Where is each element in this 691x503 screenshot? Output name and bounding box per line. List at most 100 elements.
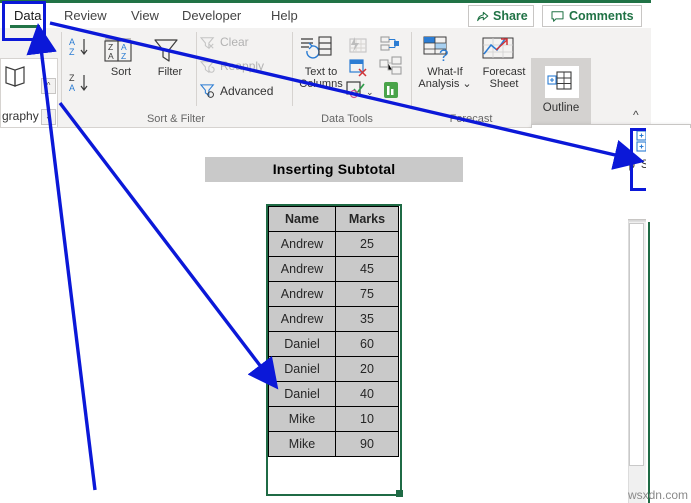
outline-button-label: Outline bbox=[542, 102, 580, 114]
svg-text:?: ? bbox=[439, 46, 448, 65]
relationships-button bbox=[379, 56, 403, 76]
flash-fill-button bbox=[347, 36, 369, 56]
remove-duplicates-button[interactable] bbox=[347, 58, 369, 78]
what-if-analysis-button[interactable]: ? What-If Analysis ⌄ bbox=[417, 34, 473, 90]
svg-text:A: A bbox=[69, 37, 75, 47]
cell-name[interactable]: Andrew bbox=[268, 281, 336, 307]
text-to-columns-button[interactable]: Text to Columns bbox=[297, 34, 345, 90]
text-to-columns-label-2: Columns bbox=[299, 78, 343, 90]
table-row[interactable]: Andrew 35 bbox=[268, 306, 399, 332]
what-if-label-2-text: Analysis bbox=[418, 78, 460, 90]
data-tab-highlight-box bbox=[2, 1, 46, 41]
table-body: Name Marks Andrew 25 Andrew 45 Andrew 75… bbox=[268, 206, 399, 457]
comment-bubble-icon bbox=[551, 11, 564, 22]
ribbon-tab-strip: Data Review View Developer Help Share Co… bbox=[0, 3, 651, 28]
cell-marks[interactable]: 35 bbox=[335, 306, 399, 332]
cell-name[interactable]: Andrew bbox=[268, 306, 336, 332]
data-tools-group-label: Data Tools bbox=[321, 113, 373, 125]
share-icon bbox=[476, 10, 489, 23]
forecast-sheet-label-2: Sheet bbox=[489, 78, 519, 90]
svg-text:Z: Z bbox=[69, 47, 75, 57]
cell-marks[interactable]: 45 bbox=[335, 256, 399, 282]
cell-name[interactable]: Mike bbox=[268, 431, 336, 457]
cell-marks[interactable]: 25 bbox=[335, 231, 399, 257]
fill-handle[interactable] bbox=[396, 490, 403, 497]
forecast-sheet-label-1: Forecast bbox=[482, 66, 526, 78]
what-if-label-2: Analysis ⌄ bbox=[417, 78, 473, 90]
group-divider bbox=[196, 32, 197, 106]
vertical-scrollbar-thumb[interactable] bbox=[629, 223, 644, 466]
cell-name[interactable]: Daniel bbox=[268, 381, 336, 407]
outline-icon bbox=[545, 66, 579, 98]
table-row[interactable]: Daniel 60 bbox=[268, 331, 399, 357]
filter-button[interactable]: Filter bbox=[148, 36, 192, 78]
data-table: Name Marks Andrew 25 Andrew 45 Andrew 75… bbox=[268, 206, 399, 457]
svg-text:⌄: ⌄ bbox=[366, 87, 374, 97]
pane-split-line bbox=[648, 222, 650, 503]
data-types-group: graphy ^ ⌄ bbox=[0, 58, 58, 130]
table-header-row: Name Marks bbox=[268, 206, 399, 232]
cell-marks[interactable]: 20 bbox=[335, 356, 399, 382]
table-row[interactable]: Mike 10 bbox=[268, 406, 399, 432]
sort-filter-group-label: Sort & Filter bbox=[146, 113, 206, 125]
tab-help[interactable]: Help bbox=[265, 3, 304, 28]
group-divider bbox=[61, 32, 62, 106]
table-row[interactable]: Andrew 25 bbox=[268, 231, 399, 257]
group-divider bbox=[411, 32, 412, 106]
table-row[interactable]: Andrew 75 bbox=[268, 281, 399, 307]
cell-marks[interactable]: 60 bbox=[335, 331, 399, 357]
comments-button[interactable]: Comments bbox=[542, 5, 642, 27]
ribbon-body: graphy ^ ⌄ A Z Z A Z A A Z Sort Filter C… bbox=[0, 28, 651, 152]
text-to-columns-label-1: Text to bbox=[304, 66, 338, 78]
cell-marks[interactable]: 40 bbox=[335, 381, 399, 407]
sort-ascending-button[interactable]: A Z bbox=[68, 36, 94, 58]
data-validation-button[interactable]: ⌄ bbox=[345, 80, 375, 100]
sort-descending-button[interactable]: Z A bbox=[68, 72, 94, 94]
advanced-filter-icon bbox=[200, 84, 216, 99]
sort-button[interactable]: Z A A Z Sort bbox=[100, 36, 142, 78]
cell-marks[interactable]: 10 bbox=[335, 406, 399, 432]
svg-text:A: A bbox=[108, 51, 114, 61]
clear-label: Clear bbox=[220, 35, 249, 49]
ribbon-scroll-down-button[interactable]: ⌄ bbox=[41, 109, 56, 125]
ribbon-scroll-up-button[interactable]: ^ bbox=[41, 78, 56, 94]
share-label: Share bbox=[493, 9, 528, 23]
geography-icon bbox=[3, 63, 29, 89]
cell-name[interactable]: Daniel bbox=[268, 331, 336, 357]
advanced-label: Advanced bbox=[220, 84, 274, 98]
ribbon-collapse-button[interactable]: ^ bbox=[633, 108, 639, 122]
reapply-label: Reapply bbox=[220, 59, 265, 73]
geography-label: graphy bbox=[2, 109, 39, 123]
what-if-label-1: What-If bbox=[427, 66, 463, 78]
right-pane bbox=[646, 128, 691, 503]
tab-review[interactable]: Review bbox=[58, 3, 113, 28]
cell-name[interactable]: Mike bbox=[268, 406, 336, 432]
tab-view[interactable]: View bbox=[125, 3, 165, 28]
ribbon: Data Review View Developer Help Share Co… bbox=[0, 0, 651, 152]
svg-text:A: A bbox=[69, 83, 75, 93]
cell-name[interactable]: Andrew bbox=[268, 231, 336, 257]
cell-name[interactable]: Daniel bbox=[268, 356, 336, 382]
clear-filter-icon bbox=[200, 36, 216, 50]
header-cell-name: Name bbox=[268, 206, 336, 232]
manage-data-model-button[interactable] bbox=[381, 80, 401, 100]
forecast-sheet-button[interactable]: Forecast Sheet bbox=[478, 34, 530, 90]
forecast-group-label: Forecast bbox=[449, 113, 493, 125]
tab-developer[interactable]: Developer bbox=[176, 3, 247, 28]
table-row[interactable]: Mike 90 bbox=[268, 431, 399, 457]
cell-marks[interactable]: 75 bbox=[335, 281, 399, 307]
chevron-down-icon[interactable]: ⌄ bbox=[462, 78, 471, 90]
cell-marks[interactable]: 90 bbox=[335, 431, 399, 457]
table-row[interactable]: Daniel 40 bbox=[268, 381, 399, 407]
sort-label: Sort bbox=[110, 66, 132, 78]
svg-text:Z: Z bbox=[69, 73, 75, 83]
filter-label: Filter bbox=[157, 66, 183, 78]
share-button[interactable]: Share bbox=[468, 5, 534, 27]
cell-name[interactable]: Andrew bbox=[268, 256, 336, 282]
svg-text:Z: Z bbox=[121, 51, 126, 61]
table-row[interactable]: Daniel 20 bbox=[268, 356, 399, 382]
watermark: wsxdn.com bbox=[627, 488, 688, 502]
table-row[interactable]: Andrew 45 bbox=[268, 256, 399, 282]
consolidate-button bbox=[379, 35, 401, 53]
header-cell-marks: Marks bbox=[335, 206, 399, 232]
